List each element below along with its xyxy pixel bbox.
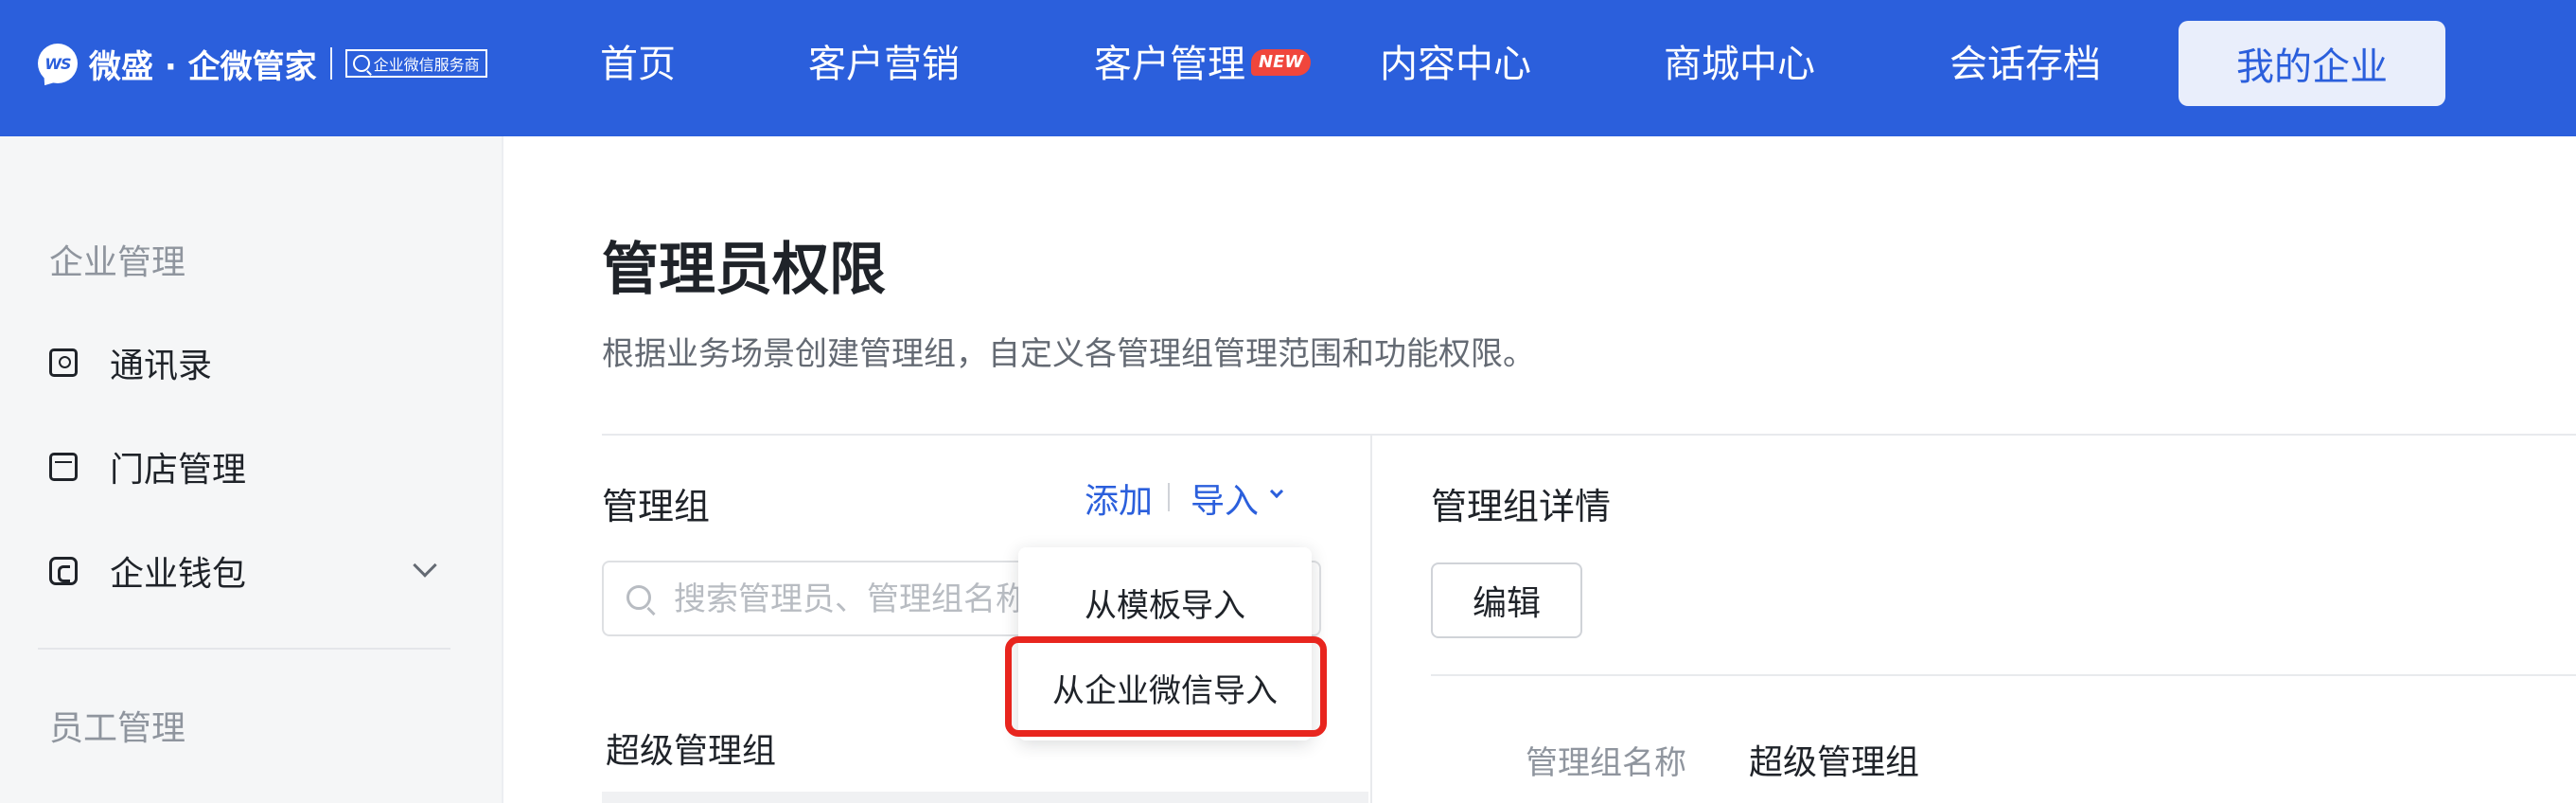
nav-mall-center-label: 商城中心: [1664, 43, 1815, 86]
link-divider: [1168, 483, 1170, 511]
partner-tag-label: 企业微信服务商: [373, 56, 480, 74]
sidebar-group-staff: 员工管理: [49, 709, 186, 748]
column-divider: [1370, 436, 1372, 803]
nav-home[interactable]: 首页: [600, 38, 676, 91]
group-list-item[interactable]: 超级管理组: [606, 723, 776, 773]
nav-content-center[interactable]: 内容中心: [1380, 38, 1531, 91]
group-name-label: 管理组名称: [1526, 744, 1686, 782]
import-dropdown-menu: 从模板导入 从企业微信导入: [1018, 547, 1312, 741]
sidebar-item-store[interactable]: 门店管理: [49, 443, 246, 491]
nav-customer-management-label: 客户管理: [1094, 43, 1245, 86]
group-panel-title: 管理组: [602, 486, 711, 527]
partner-search-icon: [352, 55, 370, 72]
partner-tag: 企业微信服务商: [344, 49, 487, 78]
search-icon: [626, 585, 651, 610]
import-from-wecom-option[interactable]: 从企业微信导入: [1018, 665, 1312, 711]
header-divider: [602, 434, 2576, 436]
nav-mall-center[interactable]: 商城中心: [1664, 38, 1815, 91]
sidebar: 企业管理 通讯录 门店管理 企业钱包 员工管理: [0, 136, 503, 803]
brand-logo-icon: WS: [38, 44, 78, 83]
sidebar-divider: [38, 648, 450, 650]
group-name-value: 超级管理组: [1749, 743, 1920, 782]
edit-button[interactable]: 编辑: [1431, 562, 1582, 638]
add-group-button[interactable]: 添加: [1085, 473, 1153, 523]
nav-customer-marketing-label: 客户营销: [808, 43, 960, 86]
import-button[interactable]: 导入: [1191, 473, 1259, 523]
top-nav-bar: WS 微盛 · 企微管家 企业微信服务商 首页 客户营销 客户管理 NEW 内容中…: [0, 0, 2576, 136]
sidebar-item-wallet[interactable]: 企业钱包: [49, 547, 246, 595]
nav-customer-management[interactable]: 客户管理 NEW: [1094, 38, 1312, 91]
nav-my-enterprise[interactable]: 我的企业: [2179, 21, 2445, 106]
nav-session-archive[interactable]: 会话存档: [1950, 38, 2101, 91]
brand[interactable]: WS 微盛 · 企微管家 企业微信服务商: [38, 42, 487, 86]
sidebar-item-contacts-label: 通讯录: [110, 347, 213, 385]
import-from-template-option[interactable]: 从模板导入: [1018, 580, 1312, 626]
sidebar-item-wallet-label: 企业钱包: [110, 555, 247, 594]
detail-divider: [1431, 674, 2576, 676]
sidebar-item-contacts[interactable]: 通讯录: [49, 339, 212, 386]
nav-home-label: 首页: [600, 43, 676, 86]
detail-panel-title: 管理组详情: [1431, 486, 1612, 527]
page-description: 根据业务场景创建管理组，自定义各管理组管理范围和功能权限。: [602, 335, 1535, 373]
contacts-icon: [49, 348, 78, 377]
page-title: 管理员权限: [602, 237, 886, 303]
sidebar-group-enterprise: 企业管理: [49, 243, 186, 282]
import-chevron-icon[interactable]: [1269, 484, 1284, 499]
nav-my-enterprise-label: 我的企业: [2236, 45, 2388, 89]
group-list-row-background: [602, 792, 1368, 803]
brand-divider: [329, 47, 332, 80]
wallet-icon: [49, 557, 78, 585]
nav-content-center-label: 内容中心: [1380, 43, 1531, 86]
nav-customer-marketing[interactable]: 客户营销: [808, 38, 960, 91]
sidebar-item-store-label: 门店管理: [110, 451, 247, 490]
nav-session-archive-label: 会话存档: [1950, 43, 2101, 86]
new-badge: NEW: [1251, 49, 1312, 76]
brand-logo-text: WS: [44, 54, 71, 73]
brand-name: 微盛 · 企微管家: [89, 47, 317, 86]
store-icon: [49, 453, 78, 481]
